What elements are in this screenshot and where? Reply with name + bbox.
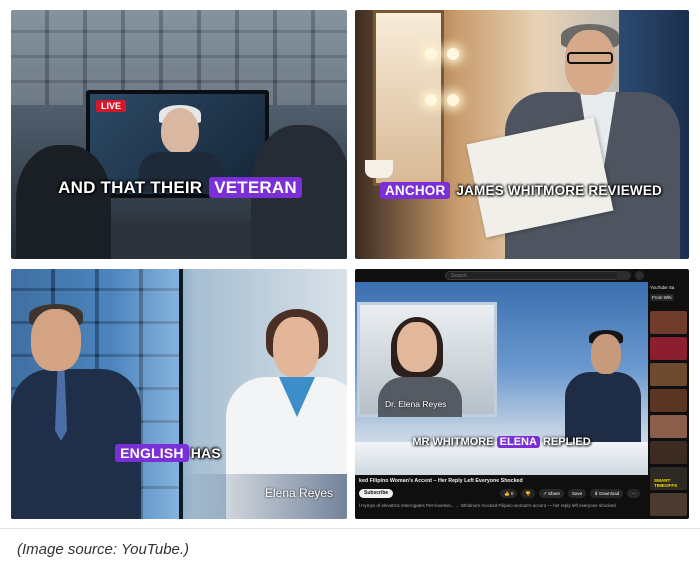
caption-text: AND THAT THEIR: [58, 178, 203, 197]
light-bulb: [447, 48, 459, 60]
caption-text: MR WHITMORE: [412, 436, 494, 448]
recommended-thumbnail[interactable]: SMART TIMEOFFS: [650, 467, 687, 490]
anchor-face: [31, 309, 81, 371]
youtube-screenshot: Search Dr. Elena Reyes MR WHITMORE ELENA…: [355, 269, 689, 519]
image-grid-frame: LIVE AND THAT THEIR VETERAN ANCHOR JAMES…: [0, 0, 700, 529]
recommended-thumbnail[interactable]: [650, 493, 687, 516]
subtitle-caption: AND THAT THEIR VETERAN: [11, 177, 347, 198]
caption-highlight: ANCHOR: [379, 182, 451, 199]
recommended-thumbnail[interactable]: [650, 389, 687, 412]
guest-name-label: Dr. Elena Reyes: [385, 399, 447, 409]
subtitle-caption: ANCHOR JAMES WHITMORE REVIEWED: [355, 182, 689, 199]
recommended-thumbnail[interactable]: [650, 337, 687, 360]
video-actions: 👍 0 👎 ↗ Share Save ⬇ Download ⋯: [500, 489, 640, 498]
video-title: ked Filipino Woman's Accent – Her Reply …: [359, 478, 523, 484]
recommended-sidebar: YouTube Sa From Whi SMART TIMEOFFS: [648, 282, 689, 519]
lower-third-name: Elena Reyes: [265, 486, 334, 500]
video-description: l Hymps of elevatrns interrogates Pet+lo…: [359, 503, 616, 508]
share-button[interactable]: ↗ Share: [538, 489, 564, 498]
caption-text: JAMES WHITMORE REVIEWED: [456, 183, 663, 198]
recommended-thumbnail[interactable]: [650, 415, 687, 438]
video-info: ked Filipino Woman's Accent – Her Reply …: [355, 475, 648, 519]
search-button[interactable]: [617, 271, 631, 280]
caption-highlight: ELENA: [496, 436, 540, 448]
sidebar-title: YouTube Sa: [650, 285, 675, 290]
guest-face: [397, 322, 437, 372]
search-input[interactable]: Search: [445, 271, 620, 280]
light-bulb: [425, 48, 437, 60]
caption-text: HAS: [190, 445, 221, 461]
dislike-button[interactable]: 👎: [521, 489, 535, 498]
mic-icon[interactable]: [635, 271, 644, 280]
more-button[interactable]: ⋯: [627, 489, 640, 498]
guest-jacket: [378, 377, 462, 417]
light-bulb: [425, 94, 437, 106]
recommended-thumbnail[interactable]: [650, 441, 687, 464]
download-button[interactable]: ⬇ Download: [590, 489, 624, 498]
glasses: [567, 52, 613, 64]
save-button[interactable]: Save: [568, 489, 587, 498]
doctor-face: [273, 317, 319, 377]
sidebar-chip[interactable]: From Whi: [650, 294, 674, 301]
video-player[interactable]: Dr. Elena Reyes MR WHITMORE ELENA REPLIE…: [355, 282, 648, 475]
image-source-caption: (Image source: YouTube.): [17, 541, 190, 558]
recommended-thumbnail[interactable]: [650, 311, 687, 334]
coffee-cup: [365, 160, 393, 178]
video-still-split-screen: Elena Reyes ENGLISH HAS: [11, 269, 347, 519]
subtitle-caption: ENGLISH HAS: [11, 444, 337, 462]
caption-text-2: REPLIED: [542, 436, 591, 448]
thumbnail-text: SMART TIMEOFFS: [654, 478, 678, 488]
subscribe-button[interactable]: Subscribe: [359, 489, 394, 498]
anchor-suit: [565, 372, 641, 442]
video-still-newsroom: LIVE AND THAT THEIR VETERAN: [11, 10, 347, 259]
light-bulb: [447, 94, 459, 106]
video-still-dressing-room: ANCHOR JAMES WHITMORE REVIEWED: [355, 10, 689, 259]
guest-video-inset: Dr. Elena Reyes: [357, 302, 497, 417]
viewer-silhouette-left: [16, 145, 111, 259]
live-badge: LIVE: [96, 100, 127, 112]
caption-highlight: ENGLISH: [115, 444, 189, 462]
recommended-thumbnail[interactable]: [650, 363, 687, 386]
subtitle-caption: MR WHITMORE ELENA REPLIED: [355, 436, 648, 448]
like-button[interactable]: 👍 0: [500, 489, 518, 498]
anchor-face: [591, 334, 621, 374]
anchor-face: [161, 108, 199, 154]
caption-highlight: VETERAN: [209, 177, 302, 198]
